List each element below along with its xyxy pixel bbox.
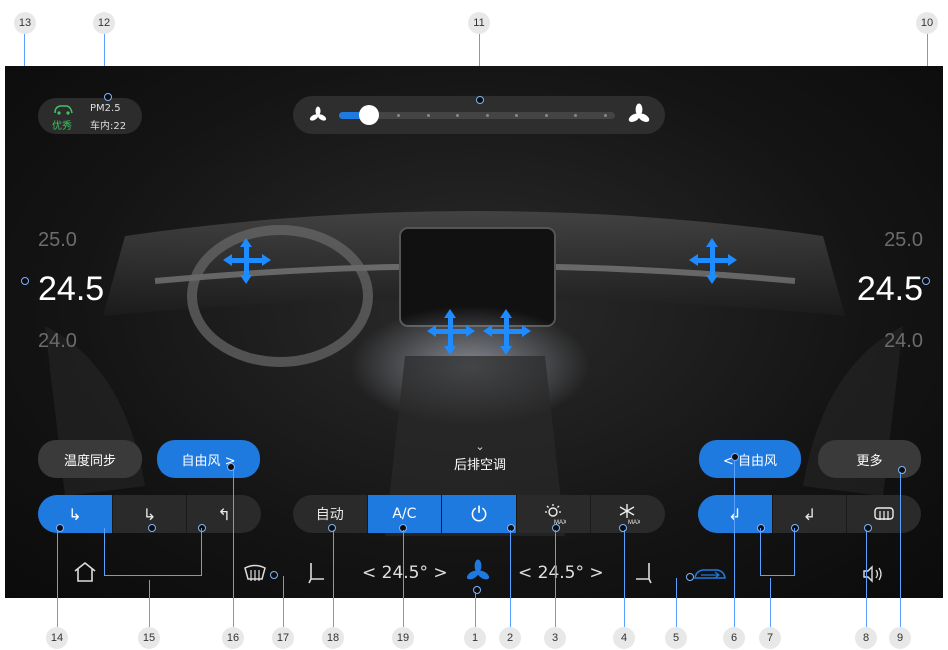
chevron-down-icon: ⌄ [475, 440, 485, 453]
front-defrost-icon[interactable] [242, 564, 268, 584]
callout-14: 14 [46, 627, 68, 649]
seat-face-feet-airflow-icon: ↰ [217, 504, 231, 524]
volume-icon[interactable] [861, 564, 887, 584]
seat-feet-airflow-icon: ↳ [142, 504, 157, 524]
sun-max-icon: MAX [544, 504, 566, 525]
right-airflow-feet-button[interactable]: ↲ [773, 495, 848, 533]
right-bottom-temp[interactable]: < 24.5° > [518, 563, 604, 583]
car-air-icon [54, 105, 73, 115]
callout-9: 9 [889, 627, 911, 649]
climate-screen: 优秀 PM2.5 车内:22 25.0 24.5 24.0 25.0 24.5 … [5, 66, 943, 598]
svg-text:MAX: MAX [628, 520, 640, 525]
callout-1: 1 [464, 627, 486, 649]
callout-11: 11 [468, 12, 490, 34]
temp-sync-button[interactable]: 温度同步 [38, 440, 142, 478]
fan-low-icon [309, 106, 327, 121]
callout-3: 3 [544, 627, 566, 649]
right-temp-current[interactable]: 24.5 [857, 270, 923, 309]
pm25-label: PM2.5 [90, 103, 121, 114]
callout-2: 2 [499, 627, 521, 649]
left-bottom-temp[interactable]: < 24.5° > [362, 563, 448, 583]
callout-13: 13 [14, 12, 36, 34]
callout-4: 4 [613, 627, 635, 649]
left-airflow-face-button[interactable]: ↳ [38, 495, 113, 533]
left-temp-lower[interactable]: 24.0 [38, 330, 77, 353]
rear-ac-label: 后排空调 [453, 458, 506, 473]
power-icon: ⏻ [471, 502, 487, 526]
center-control-group: 自动 A/C ⏻ MAX MAX [293, 495, 665, 533]
rear-defrost-button[interactable] [847, 495, 921, 533]
callout-15: 15 [138, 627, 160, 649]
power-button[interactable]: ⏻ [442, 495, 517, 533]
fan-icon[interactable] [465, 559, 491, 585]
callout-12: 12 [93, 12, 115, 34]
callout-18: 18 [322, 627, 344, 649]
right-temp-upper[interactable]: 25.0 [884, 229, 923, 252]
home-icon[interactable] [73, 561, 97, 583]
callout-16: 16 [222, 627, 244, 649]
seat-feet-airflow-icon-right: ↲ [802, 504, 817, 524]
max-cool-button[interactable]: MAX [591, 495, 665, 533]
more-button[interactable]: 更多 [818, 440, 921, 478]
air-quality-status: 优秀 [52, 121, 72, 132]
callout-6: 6 [723, 627, 745, 649]
callout-10: 10 [916, 12, 938, 34]
fan-high-icon [628, 103, 650, 122]
snowflake-max-icon: MAX [619, 504, 640, 525]
air-circulation-car-icon[interactable] [693, 564, 727, 584]
callout-7: 7 [759, 627, 781, 649]
callout-8: 8 [855, 627, 877, 649]
free-air-left-button[interactable]: 自由风 > [157, 440, 260, 478]
right-temp-lower[interactable]: 24.0 [884, 330, 923, 353]
rear-defrost-icon [874, 507, 894, 520]
fan-slider-thumb[interactable] [359, 105, 379, 125]
seat-face-airflow-icon: ↳ [68, 504, 82, 524]
right-airflow-mode-group: ↲ ↲ [698, 495, 921, 533]
callout-17: 17 [272, 627, 294, 649]
air-quality-badge[interactable]: 优秀 PM2.5 车内:22 [38, 98, 142, 134]
left-seat-heat-icon[interactable] [305, 561, 327, 585]
callout-5: 5 [665, 627, 687, 649]
callout-19: 19 [392, 627, 414, 649]
left-temp-current[interactable]: 24.5 [38, 270, 104, 309]
fan-tick-marks [397, 114, 607, 117]
right-seat-heat-icon[interactable] [633, 561, 655, 585]
rear-ac-button[interactable]: ⌄ 后排空调 [440, 440, 520, 478]
free-air-right-button[interactable]: < 自由风 [699, 440, 801, 478]
pm25-inside-value: 车内:22 [90, 121, 127, 132]
left-temp-upper[interactable]: 25.0 [38, 229, 77, 252]
